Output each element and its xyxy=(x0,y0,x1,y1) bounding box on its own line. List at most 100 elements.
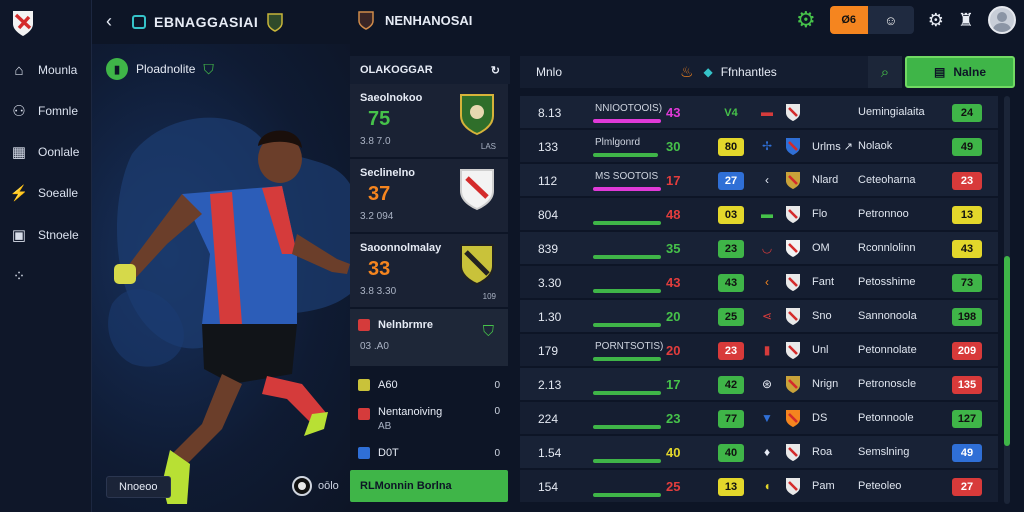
sidebar-item-people[interactable]: ⚇ Fomnle xyxy=(10,99,86,123)
form-bar xyxy=(593,273,661,293)
player-radio[interactable]: oōlo xyxy=(292,476,339,496)
sidebar-item-stats[interactable]: ⚡ Soealle xyxy=(10,181,86,205)
odds-pill[interactable]: 42 xyxy=(718,376,744,394)
list-item-label: Nentanoiving xyxy=(378,406,443,418)
form-bar xyxy=(593,375,661,395)
list-footer-button[interactable]: RLMonnin Borlna xyxy=(350,470,508,502)
odds-pill[interactable]: 13 xyxy=(718,478,744,496)
list-card[interactable]: Saeolnokoo 75 3.8 7.0 LAS xyxy=(350,84,508,158)
table-row[interactable]: 1.54 40 40 ♦ Roa Semslning 49 xyxy=(520,436,998,469)
team-name: Petosshime xyxy=(858,276,916,288)
score-badge[interactable]: 135 xyxy=(952,376,982,394)
toggle-option-left[interactable]: Ø6 xyxy=(829,6,868,34)
form-bar xyxy=(593,205,661,225)
sidebar-item-table[interactable]: ▣ Stnoele xyxy=(10,223,86,247)
back-arrow-icon[interactable]: ‹ xyxy=(106,11,112,32)
trophy-icon[interactable]: ♜ xyxy=(958,10,974,31)
player-button[interactable]: Nnoeoo xyxy=(106,476,171,498)
list-card[interactable]: Seclinelno 37 3.2 094 xyxy=(350,159,508,233)
table-row[interactable]: 2.13 17 42 ⊛ Nrign Petronoscle 135 xyxy=(520,368,998,401)
list-item[interactable]: Nentanoiving AB 0 xyxy=(350,402,508,440)
scrollbar-thumb[interactable] xyxy=(1004,256,1010,446)
table-row[interactable]: 133 Plmlgonrd 30 80 ✢ Urlms ↗ Nolaok 49 xyxy=(520,130,998,163)
card-value: 37 xyxy=(368,183,391,205)
grid-icon: ⁘ xyxy=(12,268,26,285)
list-item[interactable]: A60 0 xyxy=(350,370,508,400)
shield-icon: ⛉ xyxy=(203,60,214,77)
main-action-button[interactable]: ▤ Nalne xyxy=(905,56,1015,88)
form-bar: NNIOOTOOIS) xyxy=(593,103,662,123)
score-badge[interactable]: 23 xyxy=(952,172,982,190)
match-time: 133 xyxy=(538,140,559,154)
odds-pill[interactable]: V4 xyxy=(718,104,744,122)
sidebar-item-more[interactable]: ⁘ xyxy=(10,264,86,288)
odds-pill[interactable]: 03 xyxy=(718,206,744,224)
gear-icon[interactable]: ⚙ xyxy=(796,7,816,33)
card-sub: 03 .A0 xyxy=(360,341,389,352)
list-card[interactable]: Nelnbrmre 03 .A0 ⛉ xyxy=(350,309,508,367)
odds-pill[interactable]: 77 xyxy=(718,410,744,428)
table-row[interactable]: 112 MS SOOTOIS 17 27 ‹ Nlard Ceteoharna 23 xyxy=(520,164,998,197)
club-badge-icon xyxy=(358,319,370,331)
match-number: 30 xyxy=(666,139,681,154)
club-crest-icon xyxy=(786,376,800,393)
chat-icon[interactable]: ☺ xyxy=(867,6,914,34)
team-name: Petonnolate xyxy=(858,344,917,356)
score-badge[interactable]: 49 xyxy=(952,138,982,156)
match-number: 35 xyxy=(666,241,681,256)
list-item-count: 0 xyxy=(494,379,500,391)
table-row[interactable]: 224 23 77 ▼ DS Petonnoole 127 xyxy=(520,402,998,435)
stats-icon: ⚡ xyxy=(9,185,29,202)
table-row[interactable]: 1.30 20 25 ⋖ Sno Sannonoola 198 xyxy=(520,300,998,333)
card-name: Nelnbrmre xyxy=(378,319,434,331)
table-row[interactable]: 8.13 NNIOOTOOIS) 43 V4 ▬ Uemingialaita 24 xyxy=(520,96,998,129)
search-icon[interactable]: ⌕ xyxy=(868,56,902,88)
sidebar-item-calendar[interactable]: ▦ Oonlale xyxy=(10,140,86,164)
card-sub: 3.8 7.0 xyxy=(360,136,391,147)
view-toggle[interactable]: Ø6 ☺ xyxy=(829,6,914,34)
scrollbar[interactable] xyxy=(1004,96,1010,504)
refresh-icon[interactable]: ↻ xyxy=(491,64,500,77)
form-bar-fill xyxy=(593,425,661,429)
table-icon: ▣ xyxy=(11,227,27,244)
table-row[interactable]: 179 PORNTSOTIS) 20 23 ▮ Unl Petonnolate 209 xyxy=(520,334,998,367)
table-row[interactable]: 804 48 03 ▬ Flo Petronnoo 13 xyxy=(520,198,998,231)
list-card[interactable]: Saoonnolmalay 33 3.8 3.30 109 xyxy=(350,234,508,308)
score-badge[interactable]: 209 xyxy=(952,342,982,360)
sidebar-item-label: Fomnle xyxy=(38,104,79,118)
table-row[interactable]: 154 25 13 ◖ Pam Peteoleo 27 xyxy=(520,470,998,503)
odds-pill[interactable]: 27 xyxy=(718,172,744,190)
table-row[interactable]: 839 35 23 ◡ OM Rconnlolinn 43 xyxy=(520,232,998,265)
club-emblem-icon: ⊛ xyxy=(761,377,773,391)
settings-icon[interactable]: ⚙ xyxy=(928,10,944,31)
team-short: Unl xyxy=(812,344,829,356)
player-tag[interactable]: ▮ Ploadnolite ⛉ xyxy=(106,58,214,80)
odds-pill[interactable]: 25 xyxy=(718,308,744,326)
odds-pill[interactable]: 80 xyxy=(718,138,744,156)
odds-pill[interactable]: 23 xyxy=(718,240,744,258)
odds-pill[interactable]: 23 xyxy=(718,342,744,360)
score-badge[interactable]: 73 xyxy=(952,274,982,292)
score-badge[interactable]: 24 xyxy=(952,104,982,122)
odds-pill[interactable]: 40 xyxy=(718,444,744,462)
score-badge[interactable]: 127 xyxy=(952,410,982,428)
score-badge[interactable]: 27 xyxy=(952,478,982,496)
list-header[interactable]: OLAKOGGAR ↻ xyxy=(350,56,510,84)
table-row[interactable]: 3.30 43 43 ‹ Fant Petosshime 73 xyxy=(520,266,998,299)
score-badge[interactable]: 13 xyxy=(952,206,982,224)
sidebar-item-home[interactable]: ⌂ Mounla xyxy=(10,58,86,82)
score-badge[interactable]: 198 xyxy=(952,308,982,326)
match-time: 8.13 xyxy=(538,106,562,120)
list-header-title: OLAKOGGAR xyxy=(360,64,433,76)
form-bar-fill xyxy=(593,187,661,191)
table-header-right: Ffnhantles xyxy=(720,65,777,79)
avatar[interactable] xyxy=(988,6,1016,34)
score-badge[interactable]: 43 xyxy=(952,240,982,258)
score-badge[interactable]: 49 xyxy=(952,444,982,462)
form-bar-fill xyxy=(593,153,658,157)
list-item[interactable]: D0T 0 xyxy=(350,438,508,468)
club-emblem-icon: ▬ xyxy=(761,105,773,119)
odds-pill[interactable]: 43 xyxy=(718,274,744,292)
card-tiny: LAS xyxy=(480,142,496,151)
club-logo[interactable] xyxy=(10,8,36,38)
